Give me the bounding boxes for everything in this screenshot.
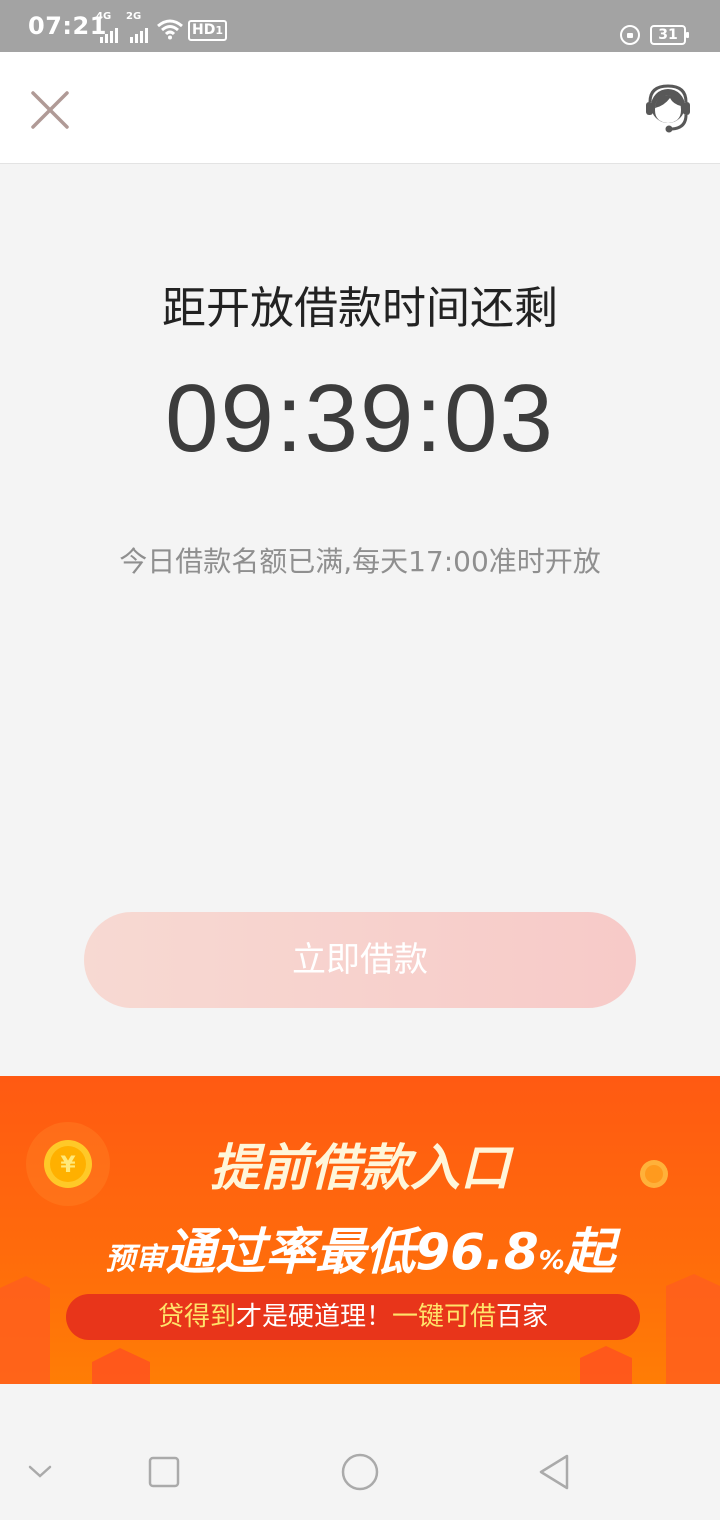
status-bar: 07:21 4G 2G HD1 31 — [0, 0, 720, 52]
collapse-button[interactable] — [22, 1456, 58, 1486]
countdown-timer: 09:39:03 — [165, 365, 555, 472]
banner-subtitle: 预审通过率最低96.8%起 — [105, 1223, 615, 1281]
app-header — [0, 52, 720, 164]
customer-service-button[interactable] — [642, 82, 694, 134]
network-type-label: 2G — [126, 11, 142, 22]
recents-button[interactable] — [146, 1454, 182, 1490]
borrow-now-button[interactable]: 立即借款 — [84, 912, 636, 1008]
banner-slogan: 贷得到才是硬道理！一键可借百家 — [66, 1294, 640, 1340]
battery-icon: 31 — [650, 25, 689, 45]
system-nav-bar — [0, 1420, 720, 1520]
back-icon — [539, 1454, 569, 1490]
collapse-icon — [28, 1465, 52, 1478]
close-icon — [31, 91, 69, 129]
rotation-lock-icon — [620, 25, 640, 45]
home-button[interactable] — [338, 1450, 382, 1494]
customer-service-icon — [646, 84, 690, 133]
quota-notice: 今日借款名额已满,每天17:00准时开放 — [119, 545, 601, 578]
signal-icon: 2G — [126, 11, 152, 43]
close-button[interactable] — [30, 90, 70, 130]
wifi-icon — [157, 19, 183, 40]
network-type-label: 4G — [96, 11, 112, 22]
promo-banner[interactable]: ¥ 提前借款入口 预审通过率最低96.8%起 贷得到才是硬道理！一键可借百家 — [0, 1076, 720, 1384]
hd-voice-icon: HD1 — [188, 20, 227, 41]
content-bottom — [0, 1384, 720, 1420]
signal-icon: 4G — [96, 11, 122, 43]
back-button[interactable] — [534, 1452, 574, 1492]
home-icon — [341, 1453, 379, 1491]
recents-icon — [148, 1456, 180, 1488]
banner-title: 提前借款入口 — [210, 1139, 510, 1197]
countdown-heading: 距开放借款时间还剩 — [162, 283, 558, 334]
